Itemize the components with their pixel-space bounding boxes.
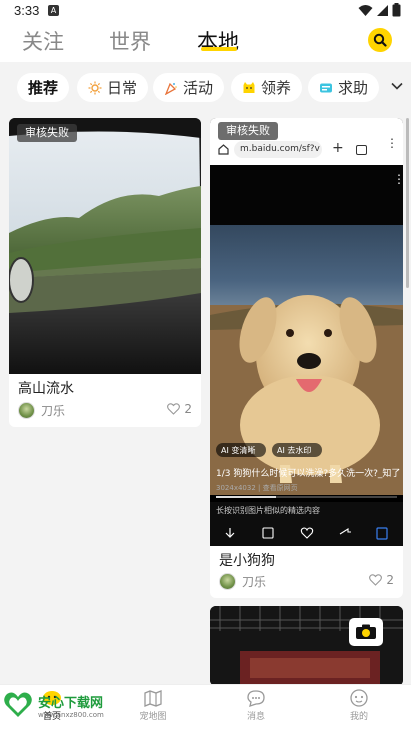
feed-card[interactable]: 审核失败 高山流水 刀乐 2 bbox=[9, 118, 201, 427]
chip-help[interactable]: 求助 bbox=[308, 73, 380, 102]
post-title: 高山流水 bbox=[18, 381, 74, 397]
mountain-photo bbox=[9, 118, 201, 374]
cat-icon bbox=[243, 81, 255, 93]
signal-icon bbox=[377, 4, 388, 16]
watermark-logo bbox=[4, 692, 32, 717]
tabs-icon bbox=[356, 145, 367, 155]
watermark-name: 安心下载网 bbox=[38, 695, 104, 711]
status-time: 3:33 bbox=[14, 3, 40, 18]
nav-label: 宠地图 bbox=[139, 712, 167, 722]
nav-messages[interactable]: 消息 bbox=[226, 689, 286, 722]
nav-label: 消息 bbox=[246, 712, 265, 722]
chip-activity[interactable]: 活动 bbox=[153, 73, 225, 102]
map-icon bbox=[144, 690, 162, 707]
camera-button[interactable] bbox=[349, 618, 383, 646]
review-failed-badge: 审核失败 bbox=[218, 122, 278, 140]
category-bar: 推荐 日常 活动 领养 求助 bbox=[0, 62, 411, 110]
site-watermark: 安心下载网 www.anxz800.com bbox=[2, 689, 104, 721]
chip-label: 推荐 bbox=[28, 79, 59, 97]
status-icons bbox=[358, 3, 401, 17]
like-count: 2 bbox=[386, 573, 394, 587]
watermark-url: www.anxz800.com bbox=[38, 710, 104, 719]
search-icon bbox=[373, 33, 387, 47]
chip-label: 求助 bbox=[338, 79, 369, 97]
embedded-caption: 1/3 狗狗什么时候可以洗澡?多久洗一次?_知了 bbox=[216, 469, 401, 479]
party-icon bbox=[164, 82, 177, 95]
nav-profile[interactable]: 我的 bbox=[329, 689, 389, 722]
feed-card[interactable]: m.baidu.com/sf?v + ⋮ ⋮ AI 变清晰 AI 去水印 1/3… bbox=[210, 118, 403, 598]
like-button[interactable]: 2 bbox=[369, 573, 394, 587]
like-button[interactable]: 2 bbox=[167, 402, 192, 416]
profile-icon bbox=[350, 689, 368, 707]
sun-icon bbox=[88, 81, 102, 94]
chip-adoption[interactable]: 领养 bbox=[231, 73, 303, 102]
ai-watermark-label: AI 去水印 bbox=[277, 446, 312, 455]
avatar bbox=[18, 402, 35, 419]
chip-daily[interactable]: 日常 bbox=[77, 73, 149, 102]
app-screen: 3:33 A 关注 世界 本地 推荐 日常 活动 领养 求助 审核失败 高山流水… bbox=[0, 0, 411, 730]
post-title: 是小狗狗 bbox=[219, 553, 275, 569]
feed-card[interactable] bbox=[210, 606, 403, 686]
like-count: 2 bbox=[184, 402, 192, 416]
scrollbar[interactable] bbox=[406, 118, 409, 288]
nav-pet-map[interactable]: 宠地图 bbox=[123, 689, 183, 722]
post-image: m.baidu.com/sf?v + ⋮ ⋮ AI 变清晰 AI 去水印 1/3… bbox=[210, 118, 403, 546]
post-author[interactable]: 刀乐 bbox=[219, 573, 266, 590]
chip-label: 领养 bbox=[261, 79, 292, 97]
ai-enhance-label: AI 变清晰 bbox=[221, 446, 256, 455]
more-icon: ⋮ bbox=[386, 136, 398, 150]
heart-icon bbox=[369, 574, 383, 586]
post-author[interactable]: 刀乐 bbox=[18, 402, 65, 419]
top-tab-bar: 关注 世界 本地 bbox=[0, 22, 411, 62]
home-icon bbox=[218, 144, 229, 155]
search-button[interactable] bbox=[368, 28, 392, 52]
author-name: 刀乐 bbox=[242, 575, 267, 589]
embedded-meta: 3024x4032 | 查看原网页 bbox=[216, 484, 298, 492]
embedded-toolbar-icons bbox=[225, 527, 388, 540]
chat-icon bbox=[247, 690, 265, 707]
svg-text:⋮: ⋮ bbox=[393, 172, 403, 186]
author-name: 刀乐 bbox=[41, 404, 66, 418]
notification-icon: A bbox=[48, 5, 59, 16]
embedded-search-hint: 长按识别图片相似的精选内容 bbox=[216, 506, 320, 515]
embedded-url-field: m.baidu.com/sf?v bbox=[234, 141, 322, 158]
chevron-down-icon[interactable] bbox=[391, 82, 403, 90]
chip-label: 活动 bbox=[183, 79, 214, 97]
heart-icon bbox=[167, 403, 181, 415]
chip-recommend[interactable]: 推荐 bbox=[17, 73, 70, 102]
wifi-icon bbox=[358, 4, 373, 16]
tab-following[interactable]: 关注 bbox=[22, 26, 64, 56]
embedded-action-bar: 长按识别图片相似的精选内容 bbox=[210, 502, 403, 546]
embedded-progress bbox=[216, 496, 397, 498]
chip-label: 日常 bbox=[107, 79, 138, 97]
active-tab-indicator bbox=[201, 47, 237, 51]
review-failed-badge: 审核失败 bbox=[17, 124, 77, 142]
battery-icon bbox=[392, 3, 401, 17]
status-bar: 3:33 A bbox=[0, 0, 411, 22]
nav-label: 我的 bbox=[349, 712, 368, 722]
tab-world[interactable]: 世界 bbox=[109, 26, 151, 56]
post-image: 审核失败 bbox=[9, 118, 201, 374]
avatar bbox=[219, 573, 236, 590]
help-icon bbox=[320, 83, 332, 92]
camera-icon bbox=[356, 624, 376, 639]
plus-icon: + bbox=[332, 140, 344, 156]
tab-local[interactable]: 本地 bbox=[197, 26, 239, 56]
